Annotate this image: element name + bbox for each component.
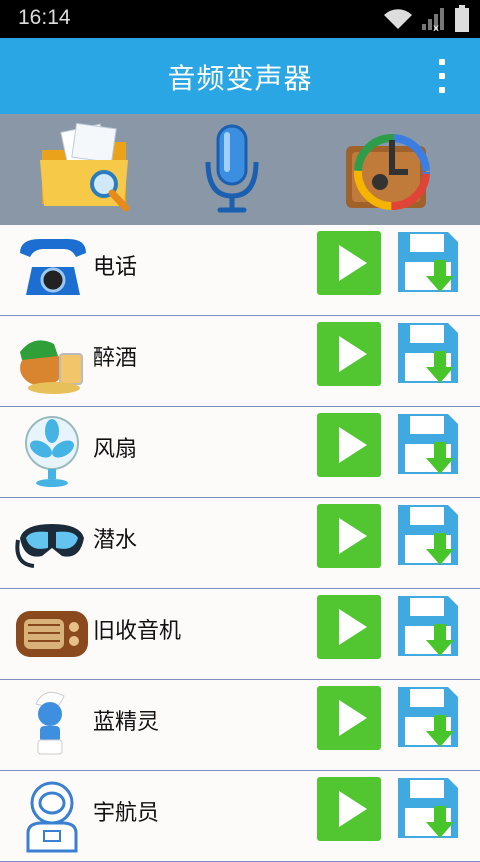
play-icon — [339, 427, 367, 463]
save-button[interactable] — [396, 230, 462, 300]
drunk-icon — [20, 340, 83, 394]
play-button[interactable] — [317, 595, 381, 659]
effect-label: 醉酒 — [93, 346, 138, 371]
play-button[interactable] — [317, 231, 381, 295]
app-title: 音频变声器 — [167, 62, 313, 95]
diving-mask-icon — [15, 524, 84, 568]
effect-row-drunk: 醉酒 — [0, 316, 480, 407]
effect-row-diving: 潜水 — [0, 498, 480, 589]
effect-label: 旧收音机 — [93, 619, 182, 644]
play-icon — [339, 336, 367, 372]
astronaut-icon — [26, 781, 78, 853]
microphone-icon — [205, 124, 259, 213]
effect-label: 潜水 — [93, 528, 138, 553]
folder-search-icon — [40, 122, 130, 212]
save-button[interactable] — [396, 594, 462, 664]
signal-icon: x — [422, 8, 444, 32]
save-button[interactable] — [396, 503, 462, 573]
play-icon — [339, 245, 367, 281]
effect-row-fan: 风扇 — [0, 407, 480, 498]
folder-search-button[interactable] — [34, 122, 134, 218]
battery-icon — [455, 5, 469, 32]
app-bar: 音频变声器 — [0, 38, 480, 114]
save-icon — [398, 596, 458, 656]
save-button[interactable] — [396, 412, 462, 482]
effect-label: 风扇 — [93, 437, 138, 462]
play-icon — [339, 700, 367, 736]
wifi-icon — [384, 9, 412, 29]
save-button[interactable] — [396, 776, 462, 846]
toolbar — [0, 114, 480, 225]
play-icon — [339, 609, 367, 645]
play-button[interactable] — [317, 413, 381, 477]
save-button[interactable] — [396, 685, 462, 755]
old-radio-icon — [16, 611, 88, 657]
save-icon — [398, 505, 458, 565]
save-button[interactable] — [396, 321, 462, 391]
effect-label: 蓝精灵 — [93, 710, 160, 735]
save-icon — [398, 414, 458, 474]
play-button[interactable] — [317, 686, 381, 750]
play-icon — [339, 518, 367, 554]
effect-label: 电话 — [93, 255, 138, 280]
play-button[interactable] — [317, 504, 381, 568]
effect-row-telephone: 电话 — [0, 225, 480, 316]
play-button[interactable] — [317, 777, 381, 841]
telephone-icon — [20, 239, 86, 295]
effect-label: 宇航员 — [93, 801, 160, 826]
save-icon — [398, 778, 458, 838]
record-button[interactable] — [182, 122, 282, 218]
reset-button[interactable] — [340, 122, 440, 218]
svg-text:x: x — [433, 23, 439, 32]
save-icon — [398, 323, 458, 383]
effects-list: 电话 醉酒 风扇 潜水 旧收音机 蓝精灵 宇航员 — [0, 225, 480, 862]
smurf-icon — [35, 691, 65, 755]
save-icon — [398, 687, 458, 747]
status-icons: x — [382, 5, 470, 33]
fan-icon — [25, 416, 79, 487]
play-icon — [339, 791, 367, 827]
reset-icon — [346, 134, 430, 210]
play-button[interactable] — [317, 322, 381, 386]
effect-row-astronaut: 宇航员 — [0, 771, 480, 862]
status-time: 16:14 — [18, 6, 71, 29]
overflow-menu-icon[interactable] — [434, 59, 450, 93]
status-bar: 16:14 x — [0, 0, 480, 38]
save-icon — [398, 232, 458, 292]
effect-row-old-radio: 旧收音机 — [0, 589, 480, 680]
effect-row-smurf: 蓝精灵 — [0, 680, 480, 771]
